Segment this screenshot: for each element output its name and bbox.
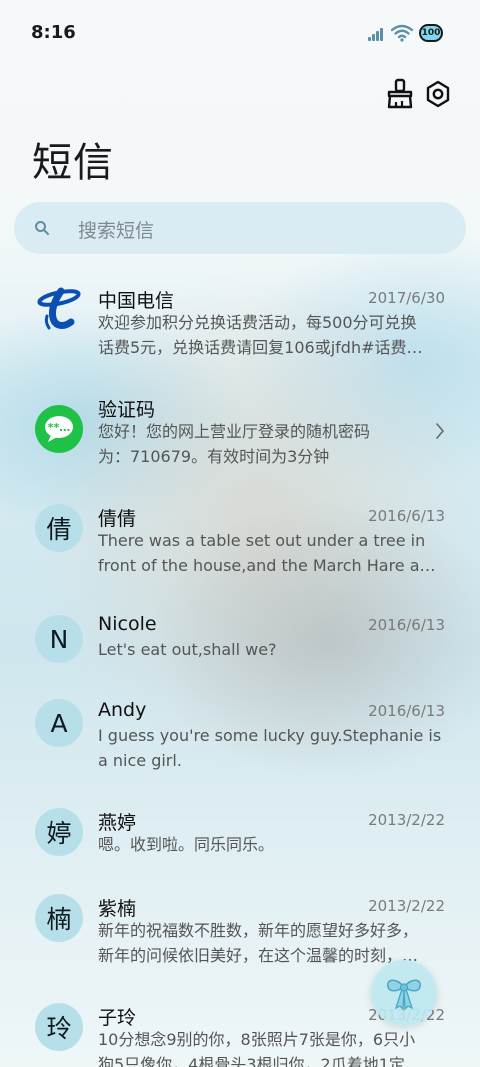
avatar: 楠 <box>35 894 83 942</box>
preview-line: 嗯。收到啦。同乐同乐。 <box>98 835 275 854</box>
broom-icon[interactable] <box>386 78 414 110</box>
status-time: 8:16 <box>31 22 76 43</box>
message-date: 2016/6/13 <box>368 702 445 720</box>
message-preview: 欢迎参加积分兑换话费活动，每500分可兑换 话费5元，兑换话费请回复106或jf… <box>98 311 444 360</box>
message-date: 2013/2/22 <box>368 897 445 915</box>
search-icon <box>35 221 49 235</box>
avatar: 玲 <box>35 1003 83 1051</box>
message-row-qianqian[interactable]: 倩 倩倩 2016/6/13 There was a table set out… <box>0 504 480 590</box>
preview-line: 10分想念9别的你，8张照片7张是你，6只小 <box>98 1030 416 1049</box>
message-preview: Let's eat out,shall we? <box>98 638 444 663</box>
message-preview: 嗯。收到啦。同乐同乐。 <box>98 833 444 858</box>
avatar: A <box>35 699 83 747</box>
contact-name: Nicole <box>98 613 157 635</box>
preview-line: a nice girl. <box>98 750 182 770</box>
search-placeholder: 搜索短信 <box>78 220 155 242</box>
message-row-verification-code[interactable]: **… 验证码 您好！您的网上营业厅登录的随机密码 为：710679。有效时间为… <box>0 395 480 481</box>
gear-icon[interactable] <box>424 78 452 110</box>
preview-line: 您好！您的网上营业厅登录的随机密码 <box>98 422 371 441</box>
preview-line: front of the house,and the March Hare an… <box>98 555 444 575</box>
message-preview: There was a table set out under a tree i… <box>98 529 444 578</box>
page-title: 短信 <box>32 140 114 186</box>
svg-text:**…: **… <box>48 421 71 434</box>
avatar: 婷 <box>35 808 83 856</box>
contact-name: 中国电信 <box>98 290 175 312</box>
message-date: 2016/6/13 <box>368 507 445 525</box>
message-row-yanting[interactable]: 婷 燕婷 2013/2/22 嗯。收到啦。同乐同乐。 <box>0 808 480 872</box>
preview-line: I guess you're some lucky guy.Stephanie … <box>98 726 442 745</box>
message-preview: I guess you're some lucky guy.Stephanie … <box>98 724 444 773</box>
message-date: 2016/6/13 <box>368 616 445 634</box>
contact-name: 紫楠 <box>98 898 137 920</box>
preview-line: Let's eat out,shall we? <box>98 640 277 659</box>
message-row-china-telecom[interactable]: 中国电信 2017/6/30 欢迎参加积分兑换话费活动，每500分可兑换 话费5… <box>0 286 480 372</box>
message-preview: 您好！您的网上营业厅登录的随机密码 为：710679。有效时间为3分钟 <box>98 420 398 469</box>
contact-name: 验证码 <box>98 399 156 421</box>
contact-name: 倩倩 <box>98 508 137 530</box>
status-bar: 8:16 100 <box>0 0 480 66</box>
preview-line: 话费5元，兑换话费请回复106或jfdh#话费… <box>98 337 423 357</box>
preview-line: 欢迎参加积分兑换话费活动，每500分可兑换 <box>98 313 417 332</box>
china-telecom-logo-icon <box>35 286 83 334</box>
contact-name: 燕婷 <box>98 812 137 834</box>
preview-line: 新年的祝福数不胜数，新年的愿望好多好多， <box>98 921 419 940</box>
chevron-right-icon <box>436 423 444 439</box>
avatar: 倩 <box>35 504 83 552</box>
wifi-icon <box>391 24 413 42</box>
preview-line: 为：710679。有效时间为3分钟 <box>98 446 330 466</box>
avatar: N <box>35 615 83 663</box>
contact-name: Andy <box>98 699 147 721</box>
message-bubble-icon: **… <box>35 405 83 453</box>
message-row-andy[interactable]: A Andy 2016/6/13 I guess you're some luc… <box>0 699 480 785</box>
search-bar[interactable]: 搜索短信 <box>14 202 466 254</box>
battery-icon: 100 <box>419 24 443 42</box>
message-row-nicole[interactable]: N Nicole 2016/6/13 Let's eat out,shall w… <box>0 613 480 677</box>
signal-icon <box>368 27 386 41</box>
preview-line: There was a table set out under a tree i… <box>98 531 426 550</box>
contact-name: 子玲 <box>98 1007 137 1029</box>
message-preview: 10分想念9别的你，8张照片7张是你，6只小 狗5只像你，4根骨头3根归你，2爪… <box>98 1028 444 1067</box>
preview-line: 狗5只像你，4根骨头3根归你，2爪着地1定 <box>98 1054 405 1067</box>
message-date: 2013/2/22 <box>368 811 445 829</box>
message-date: 2017/6/30 <box>368 289 445 307</box>
gift-bow-icon <box>387 979 421 1011</box>
message-preview: 新年的祝福数不胜数，新年的愿望好多好多， 新年的问候依旧美好，在这个温馨的时刻，… <box>98 919 444 968</box>
floating-action-button[interactable] <box>371 960 437 1026</box>
